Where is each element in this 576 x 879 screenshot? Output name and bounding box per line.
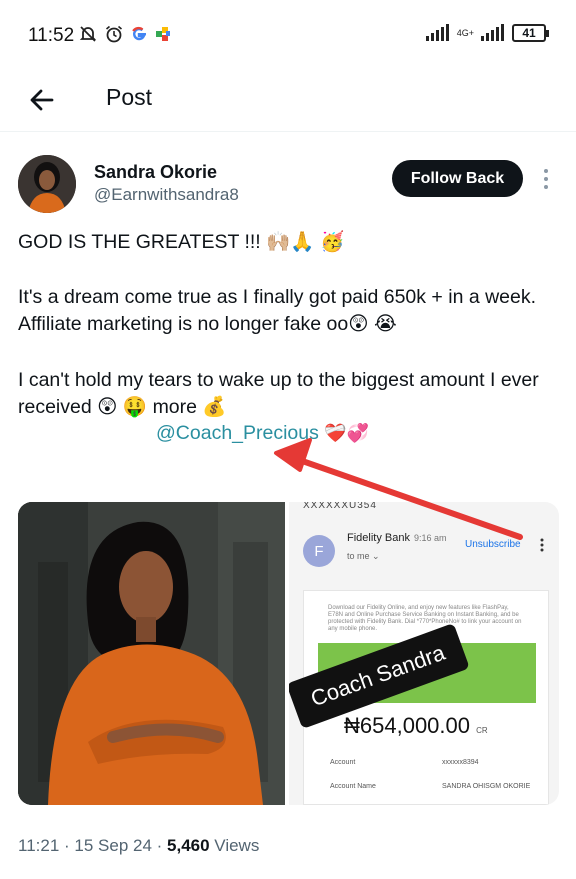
post-text-paragraph-3: I can't hold my tears to wake up to the … [18,369,539,418]
profile-photo [18,155,76,213]
credited-amount: ₦654,000.00 CR [344,713,488,738]
email-fine-print: Download our Fidelity Online, and enjoy … [328,605,522,632]
network-label: 4G+ [456,27,474,38]
email-recipient: to me ⌄ [347,551,380,561]
mention-link-row: @Coach_Precious ❤️‍🩹💞 [156,422,369,445]
account-name-label: Account Name [330,783,376,790]
post-meta: 11:21 · 15 Sep 24 · 5,460 Views [18,836,259,856]
avatar[interactable] [18,155,76,213]
post-image-bank-email[interactable]: XXXXXXU354 F Fidelity Bank 9:16 am to me … [289,502,559,805]
kebab-menu-icon [540,538,544,552]
signal-icon [425,24,449,41]
views-count[interactable]: 5,460 [167,836,210,855]
email-header-fragment: XXXXXXU354 [303,502,377,511]
app-icon [156,27,170,41]
top-bar: Post [0,70,576,132]
account-value: xxxxxx8394 [442,759,479,766]
post-text-paragraph-2: It's a dream come true as I finally got … [18,286,537,335]
mention-emojis: ❤️‍🩹💞 [324,423,370,443]
post-image-photo[interactable] [18,502,285,805]
views-label: Views [209,836,260,855]
post-text-line-1: GOD IS THE GREATEST !!! 🙌🏼🙏 🥳 [18,231,345,253]
post-timestamp: 11:21 · 15 Sep 24 · [18,836,168,855]
account-label: Account [330,759,356,766]
unsubscribe-link: Unsubscribe [465,539,521,550]
mention-link[interactable]: @Coach_Precious [156,422,319,444]
status-icons-right: 4G+ 41 [425,24,549,42]
account-name-value: SANDRA OHISGM OKORIE [442,783,531,790]
back-button[interactable] [24,82,60,118]
status-icons-left [78,24,172,44]
battery-icon: 41 [512,24,549,42]
sender-avatar: F [303,535,335,567]
google-icon [132,26,146,41]
follow-back-button[interactable]: Follow Back [392,160,523,197]
author-handle[interactable]: @Earnwithsandra8 [94,185,239,205]
signal-icon-2 [481,24,504,41]
arrow-left-icon [30,89,54,111]
mute-bell-icon [79,26,97,42]
more-options-icon[interactable] [536,164,556,194]
woman-photo [18,502,285,805]
email-sender: Fidelity Bank 9:16 am [347,532,447,544]
author-name[interactable]: Sandra Okorie [94,162,217,183]
status-bar: 11:52 4G+ 41 [0,0,576,70]
status-time: 11:52 [28,25,75,46]
alarm-icon [105,25,123,43]
page-title: Post [106,84,153,110]
